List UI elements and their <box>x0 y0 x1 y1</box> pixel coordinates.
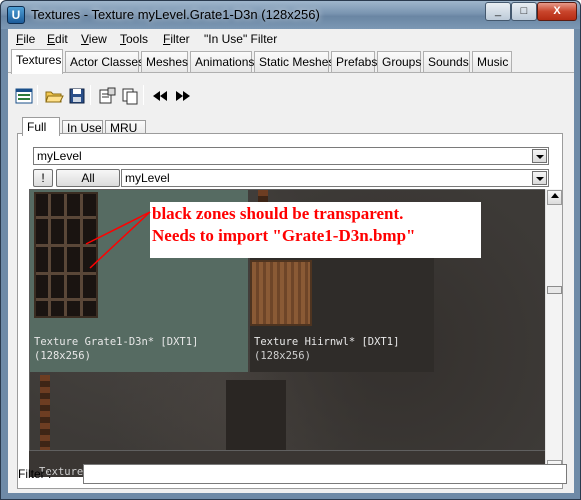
annotation-arrows <box>85 211 151 269</box>
